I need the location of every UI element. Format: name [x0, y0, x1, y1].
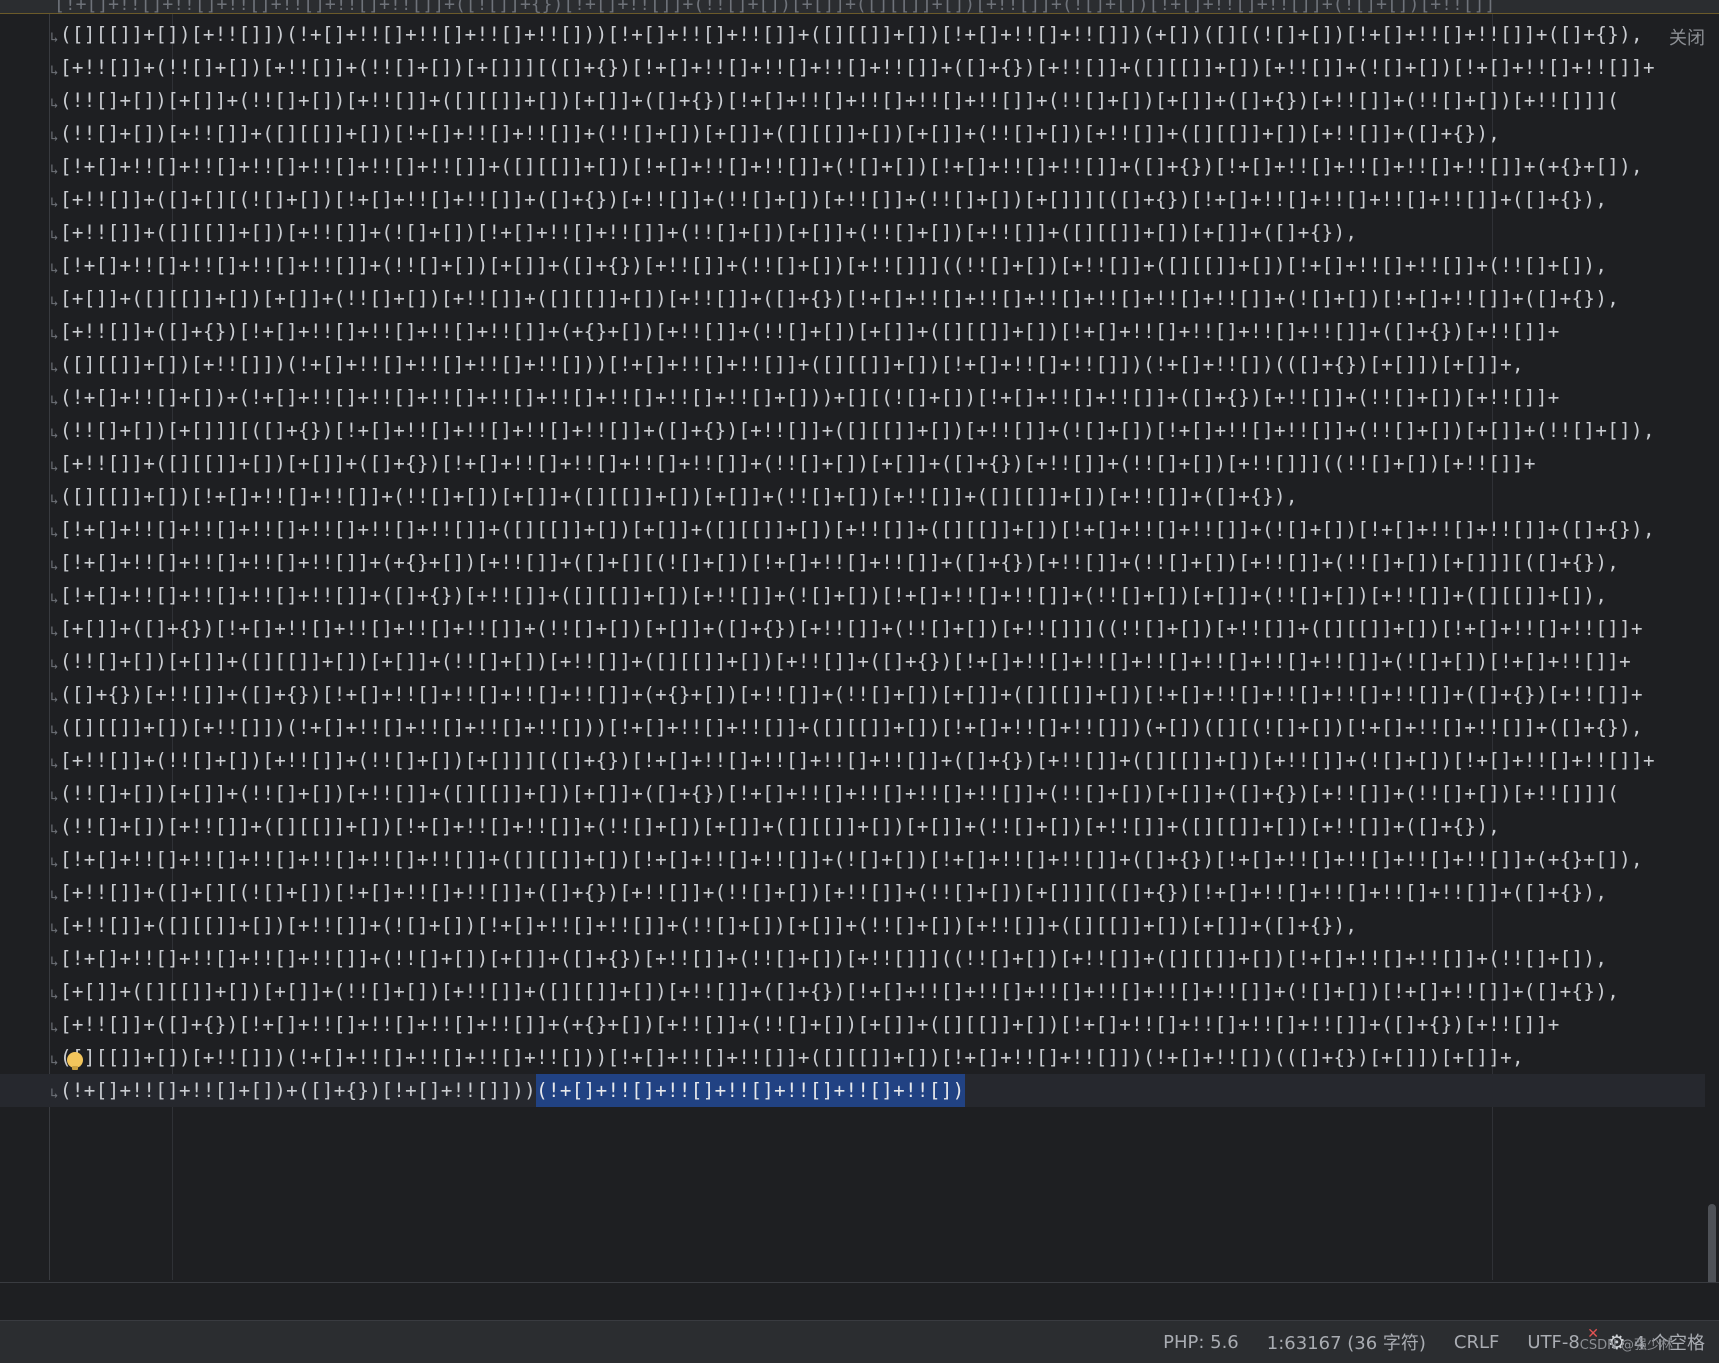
cursor-position[interactable]: 1:63167 (36 字符)	[1267, 1329, 1426, 1355]
code-line[interactable]: ↳ [!+[]+!![]+!![]+!![]+!![]+!![]+!![]]+([…	[50, 843, 1690, 876]
code-text: [!+[]+!![]+!![]+!![]+!![]]+([]+{})[+!![]…	[60, 584, 1608, 607]
code-line[interactable]: ↳ (!![]+[])[+!![]]+([][[]]+[])[!+[]+!![]+…	[50, 117, 1690, 150]
code-line[interactable]: ↳ [!+[]+!![]+!![]+!![]+!![]]+([]+{})[+!![…	[50, 579, 1690, 612]
code-line[interactable]: ↳ [+!![]]+([][[]]+[])[+!![]]+(![]+[])[!+[…	[50, 216, 1690, 249]
code-text: [!+[]+!![]+!![]+!![]+!![]]+(!![]+[])[+[]…	[60, 947, 1608, 970]
code-line[interactable]: ↳ [+!![]]+([][[]]+[])[+!![]]+(![]+[])[!+[…	[50, 909, 1690, 942]
code-text: ([][[]]+[])[+!![]])(!+[]+!![]+!![]+!![]+…	[60, 716, 1643, 739]
code-text: [!+[]+!![]+!![]+!![]+!![]]+(!![]+[])[+[]…	[60, 254, 1608, 277]
watermark: CSDN @强少林	[1579, 1338, 1673, 1353]
code-text: [+[]]+([]+{})[!+[]+!![]+!![]+!![]+!![]]+…	[60, 617, 1643, 640]
code-text: (!![]+[])[+[]]+([][[]]+[])[+[]]+(!![]+[]…	[60, 650, 1632, 673]
code-line[interactable]: ↳ ([][[]]+[])[+!![]])(!+[]+!![]+!![]+!![]…	[50, 1041, 1690, 1074]
code-line[interactable]: ↳ [!+[]+!![]+!![]+!![]+!![]]+(!![]+[])[+[…	[50, 249, 1690, 282]
language-level[interactable]: PHP: 5.6	[1163, 1332, 1239, 1353]
code-text: (!![]+[])[+[]]+(!![]+[])[+!![]]+([][[]]+…	[60, 782, 1620, 805]
code-text: (!![]+[])[+!![]]+([][[]]+[])[!+[]+!![]+!…	[60, 815, 1501, 838]
code-text: ([][[]]+[])[+!![]])(!+[]+!![]+!![]+!![]+…	[60, 23, 1643, 46]
partial-code-line: [!+[]+!![]+!![]+!![]+!![]+!![]+!![]]+([!…	[54, 0, 1496, 15]
text-selection[interactable]: (!+[]+!![]+!![]+!![]+!![]+!![]+!![])	[536, 1074, 965, 1107]
code-line[interactable]: ↳ [+!![]]+([]+[][(![]+[])[!+[]+!![]+!![]]…	[50, 183, 1690, 216]
code-text: (!![]+[])[+[]]+(!![]+[])[+!![]]+([][[]]+…	[60, 89, 1620, 112]
code-line[interactable]: ↳ ([][[]]+[])[+!![]])(!+[]+!![]+!![]+!![]…	[50, 18, 1690, 51]
code-text: [+[]]+([][[]]+[])[+[]]+(!![]+[])[+!![]]+…	[60, 287, 1620, 310]
code-text: ([][[]]+[])[+!![]])(!+[]+!![]+!![]+!![]+…	[60, 1046, 1524, 1069]
code-line[interactable]: ↳ (!![]+[])[+[]]+(!![]+[])[+!![]]+([][[]]…	[50, 777, 1690, 810]
code-line[interactable]: ↳ (!![]+[])[+[]]+([][[]]+[])[+[]]+(!![]+[…	[50, 645, 1690, 678]
code-line[interactable]: ↳ [+[]]+([][[]]+[])[+[]]+(!![]+[])[+!![]]…	[50, 975, 1690, 1008]
code-line[interactable]: ↳ [!+[]+!![]+!![]+!![]+!![]+!![]+!![]]+([…	[50, 150, 1690, 183]
code-text: [+!![]]+([]+[][(![]+[])[!+[]+!![]+!![]]+…	[60, 188, 1608, 211]
line-ending[interactable]: CRLF	[1454, 1332, 1499, 1353]
code-line[interactable]: ↳ (!+[]+!![]+[])+(!+[]+!![]+!![]+!![]+!![…	[50, 381, 1690, 414]
code-text: ([][[]]+[])[!+[]+!![]+!![]]+(!![]+[])[+[…	[60, 485, 1298, 508]
code-line[interactable]: ↳ [!+[]+!![]+!![]+!![]+!![]+!![]+!![]]+([…	[50, 513, 1690, 546]
vertical-scrollbar[interactable]	[1705, 14, 1719, 1294]
code-line[interactable]: ↳ (!![]+[])[+[]]+(!![]+[])[+!![]]+([][[]]…	[50, 84, 1690, 117]
code-text: [+!![]]+([][[]]+[])[+[]]+([]+{})[!+[]+!!…	[60, 452, 1536, 475]
code-line[interactable]: ↳ [+!![]]+([]+[][(![]+[])[!+[]+!![]+!![]]…	[50, 876, 1690, 909]
lightbulb-icon[interactable]	[67, 1052, 83, 1070]
code-text: (!+[]+!![]+[])+(!+[]+!![]+!![]+!![]+!![]…	[60, 386, 1560, 409]
code-line[interactable]: ↳ [+[]]+([][[]]+[])[+[]]+(!![]+[])[+!![]]…	[50, 282, 1690, 315]
current-code-line[interactable]: ↳ (!+[]+!![]+!![]+[])+([]+{})[!+[]+!![]])…	[0, 1074, 1719, 1107]
code-line[interactable]: ↳ [!+[]+!![]+!![]+!![]+!![]]+(+{}+[])[+!!…	[50, 546, 1690, 579]
code-text: [+!![]]+([][[]]+[])[+!![]]+(![]+[])[!+[]…	[60, 914, 1358, 937]
code-line[interactable]: ↳ ([][[]]+[])[+!![]])(!+[]+!![]+!![]+!![]…	[50, 348, 1690, 381]
code-line[interactable]: ↳ ([][[]]+[])[+!![]])(!+[]+!![]+!![]+!![]…	[50, 711, 1690, 744]
code-text: (!![]+[])[+[]]][([]+{})[!+[]+!![]+!![]+!…	[60, 419, 1655, 442]
code-line[interactable]: ↳ [+!![]]+([]+{})[!+[]+!![]+!![]+!![]+!![…	[50, 1008, 1690, 1041]
code-text: [+[]]+([][[]]+[])[+[]]+(!![]+[])[+!![]]+…	[60, 980, 1620, 1003]
code-text: [+!![]]+([][[]]+[])[+!![]]+(![]+[])[!+[]…	[60, 221, 1358, 244]
code-line[interactable]: ↳ (!![]+[])[+!![]]+([][[]]+[])[!+[]+!![]+…	[50, 810, 1690, 843]
code-text: (!![]+[])[+!![]]+([][[]]+[])[!+[]+!![]+!…	[60, 122, 1501, 145]
editor-top-edge: [!+[]+!![]+!![]+!![]+!![]+!![]+!![]]+([!…	[0, 0, 1719, 15]
status-bar: PHP: 5.6 1:63167 (36 字符) CRLF UTF-8 ⚙ 4 …	[0, 1320, 1719, 1363]
code-text: [+!![]]+(!![]+[])[+!![]]+(!![]+[])[+[]]]…	[60, 56, 1655, 79]
code-editor[interactable]: ↳ ([][[]]+[])[+!![]])(!+[]+!![]+!![]+!![]…	[0, 18, 1719, 1280]
code-text: ([][[]]+[])[+!![]])(!+[]+!![]+!![]+!![]+…	[60, 353, 1524, 376]
code-line[interactable]: ↳ [+!![]]+([]+{})[!+[]+!![]+!![]+!![]+!![…	[50, 315, 1690, 348]
code-text: [+!![]]+([]+[][(![]+[])[!+[]+!![]+!![]]+…	[60, 881, 1608, 904]
code-text: [+!![]]+(!![]+[])[+!![]]+(!![]+[])[+[]]]…	[60, 749, 1655, 772]
code-text: [+!![]]+([]+{})[!+[]+!![]+!![]+!![]+!![]…	[60, 1013, 1560, 1036]
code-text: [!+[]+!![]+!![]+!![]+!![]+!![]+!![]]+([]…	[60, 155, 1643, 178]
code-line[interactable]: ↳ [+!![]]+(!![]+[])[+!![]]+(!![]+[])[+[]]…	[50, 51, 1690, 84]
code-text: [!+[]+!![]+!![]+!![]+!![]+!![]+!![]]+([]…	[60, 848, 1643, 871]
code-line[interactable]: ↳ [+!![]]+([][[]]+[])[+[]]+([]+{})[!+[]+!…	[50, 447, 1690, 480]
scrollbar-thumb[interactable]	[1708, 1204, 1716, 1294]
code-line[interactable]: ↳ ([]+{})[+!![]]+([]+{})[!+[]+!![]+!![]+!…	[50, 678, 1690, 711]
bottom-panel-area	[0, 1282, 1719, 1321]
file-encoding[interactable]: UTF-8	[1527, 1332, 1579, 1353]
code-line[interactable]: ↳ (!![]+[])[+[]]][([]+{})[!+[]+!![]+!![]+…	[50, 414, 1690, 447]
wrap-indicator-icon: ↳	[50, 1086, 59, 1102]
code-text: ([]+{})[+!![]]+([]+{})[!+[]+!![]+!![]+!!…	[60, 683, 1643, 706]
code-text: [!+[]+!![]+!![]+!![]+!![]+!![]+!![]]+([]…	[60, 518, 1655, 541]
code-line[interactable]: ↳ [+!![]]+(!![]+[])[+!![]]+(!![]+[])[+[]]…	[50, 744, 1690, 777]
code-line[interactable]: ↳ [!+[]+!![]+!![]+!![]+!![]]+(!![]+[])[+[…	[50, 942, 1690, 975]
code-text: (!+[]+!![]+!![]+[])+([]+{})[!+[]+!![]]))	[60, 1079, 537, 1102]
code-line[interactable]: ↳ [+[]]+([]+{})[!+[]+!![]+!![]+!![]+!![]]…	[50, 612, 1690, 645]
code-line[interactable]: ↳ ([][[]]+[])[!+[]+!![]+!![]]+(!![]+[])[+…	[50, 480, 1690, 513]
code-text: [+!![]]+([]+{})[!+[]+!![]+!![]+!![]+!![]…	[60, 320, 1560, 343]
code-text: [!+[]+!![]+!![]+!![]+!![]]+(+{}+[])[+!![…	[60, 551, 1620, 574]
